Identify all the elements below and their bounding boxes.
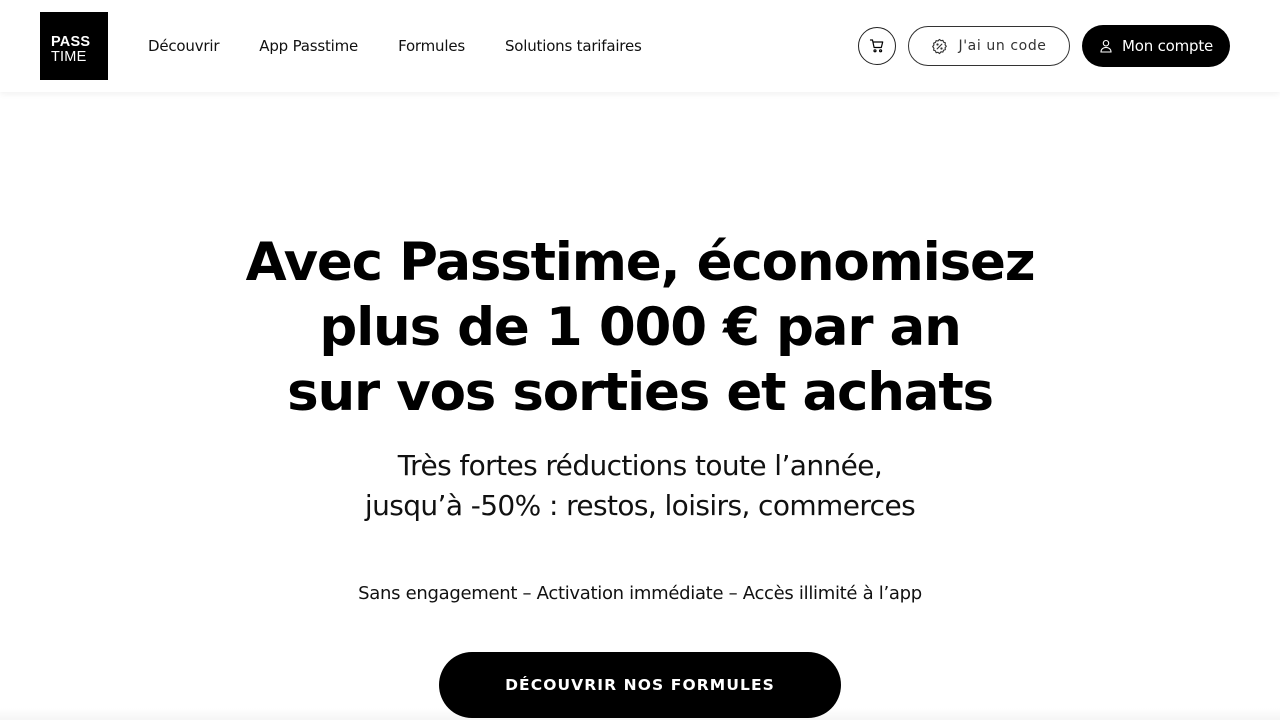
user-icon [1100, 39, 1112, 53]
nav-link-app-passtime[interactable]: App Passtime [259, 37, 358, 55]
hero-subtitle-line-2: jusqu’à -50% : restos, loisirs, commerce… [364, 489, 916, 522]
hero-title-line-1: Avec Passtime, économisez [245, 232, 1036, 293]
hero-title-line-2: plus de 1 000 € par an [319, 297, 962, 358]
cart-button[interactable] [858, 27, 896, 65]
cart-icon [869, 39, 884, 53]
hero-title: Avec Passtime, économisez plus de 1 000 … [0, 230, 1280, 425]
nav-link-formules[interactable]: Formules [398, 37, 465, 55]
logo-line-2: TIME [51, 49, 87, 65]
site-header: PASS TIME Découvrir App Passtime Formule… [0, 0, 1280, 92]
hero-tagline: Sans engagement – Activation immédiate –… [358, 583, 922, 604]
hero-subtitle-line-1: Très fortes réductions toute l’année, [397, 449, 883, 482]
passtime-logo[interactable]: PASS TIME [40, 12, 108, 80]
nav-link-decouvrir[interactable]: Découvrir [148, 37, 219, 55]
account-label: Mon compte [1121, 37, 1214, 55]
bottom-edge-shadow [0, 708, 1280, 720]
logo-line-1: PASS [51, 34, 91, 50]
hero-title-line-3: sur vos sorties et achats [287, 362, 994, 423]
nav-link-solutions-tarifaires[interactable]: Solutions tarifaires [505, 37, 642, 55]
have-code-button[interactable]: J'ai un code [908, 26, 1070, 66]
hero-subtitle: Très fortes réductions toute l’année, ju… [0, 446, 1280, 526]
badge-percent-icon [932, 38, 948, 54]
account-button[interactable]: Mon compte [1082, 25, 1230, 67]
have-code-label: J'ai un code [958, 38, 1047, 54]
main-nav: Découvrir App Passtime Formules Solution… [148, 0, 682, 92]
